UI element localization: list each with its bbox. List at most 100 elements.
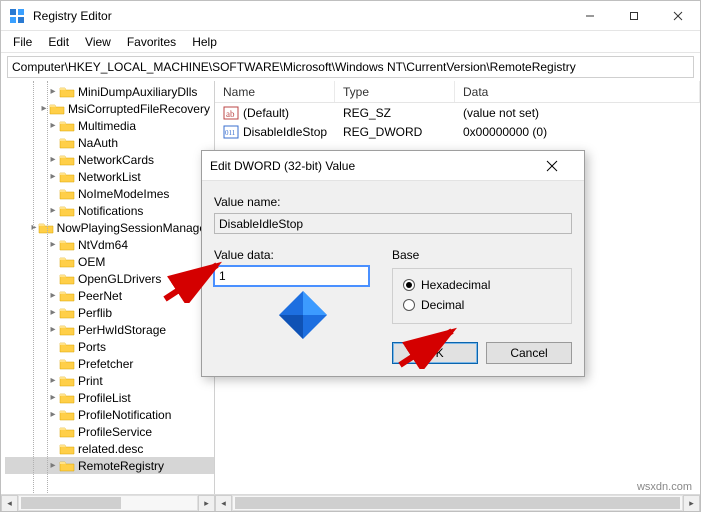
registry-editor-window: Registry Editor FileEditViewFavoritesHel… bbox=[0, 0, 701, 512]
tree-item[interactable]: ▸NetworkCards bbox=[5, 151, 214, 168]
tree-item[interactable]: related.desc bbox=[5, 440, 214, 457]
radio-hexadecimal[interactable]: Hexadecimal bbox=[403, 275, 561, 295]
expand-icon[interactable]: ▸ bbox=[47, 288, 59, 304]
tree-item[interactable]: NaAuth bbox=[5, 134, 214, 151]
tree-item[interactable]: ▸ Multimedia bbox=[5, 117, 214, 134]
tree-item[interactable]: ▸ MiniDumpAuxiliaryDlls bbox=[5, 83, 214, 100]
tree-item[interactable]: NoImeModeImes bbox=[5, 185, 214, 202]
expand-icon[interactable]: ▸ bbox=[47, 390, 59, 406]
scroll-thumb[interactable] bbox=[235, 497, 680, 509]
scroll-thumb[interactable] bbox=[21, 497, 121, 509]
folder-icon bbox=[49, 101, 65, 117]
expand-icon[interactable]: ▸ bbox=[47, 373, 59, 389]
expand-icon[interactable]: ▸ bbox=[47, 84, 59, 100]
regedit-icon bbox=[9, 8, 25, 24]
value-name: DisableIdleStop bbox=[243, 125, 327, 139]
tree-item[interactable]: OpenGLDrivers bbox=[5, 270, 214, 287]
scroll-left-button[interactable]: ◂ bbox=[215, 495, 232, 512]
folder-icon bbox=[59, 407, 75, 423]
folder-icon bbox=[59, 254, 75, 270]
radio-icon bbox=[403, 279, 415, 291]
tree-item[interactable]: ▸ProfileNotification bbox=[5, 406, 214, 423]
tree-item[interactable]: ProfileService bbox=[5, 423, 214, 440]
string-icon: ab bbox=[223, 105, 239, 121]
folder-icon bbox=[59, 390, 75, 406]
scroll-right-button[interactable]: ▸ bbox=[198, 495, 215, 512]
tree-pane[interactable]: ▸MiniDumpAuxiliaryDlls▸MsiCorruptedFileR… bbox=[1, 81, 215, 495]
expand-icon[interactable]: ▸ bbox=[47, 322, 59, 338]
edit-dword-dialog: Edit DWORD (32-bit) Value Value name: Va… bbox=[201, 150, 585, 377]
folder-icon bbox=[59, 305, 75, 321]
col-header-name[interactable]: Name bbox=[215, 81, 335, 102]
folder-icon bbox=[59, 118, 75, 134]
tree-item[interactable]: ▸NowPlayingSessionManager bbox=[5, 219, 214, 236]
tree-item-label: MsiCorruptedFileRecovery bbox=[68, 101, 210, 117]
address-bar[interactable]: Computer\HKEY_LOCAL_MACHINE\SOFTWARE\Mic… bbox=[7, 56, 694, 78]
expand-icon[interactable]: ▸ bbox=[47, 118, 59, 134]
value-data: 0x00000000 (0) bbox=[455, 125, 700, 139]
tree-item[interactable]: OEM bbox=[5, 253, 214, 270]
list-row[interactable]: ab(Default)REG_SZ(value not set) bbox=[215, 103, 700, 122]
tree-item-label: Prefetcher bbox=[78, 356, 133, 372]
cancel-button[interactable]: Cancel bbox=[486, 342, 572, 364]
dialog-close-button[interactable] bbox=[546, 160, 576, 172]
tree-item[interactable]: ▸ PeerNet bbox=[5, 287, 214, 304]
folder-icon bbox=[59, 135, 75, 151]
tree-item[interactable]: Ports bbox=[5, 338, 214, 355]
horizontal-scrollbar[interactable]: ◂ ▸ ◂ ▸ bbox=[1, 494, 700, 511]
minimize-button[interactable] bbox=[568, 1, 612, 30]
radio-decimal[interactable]: Decimal bbox=[403, 295, 561, 315]
value-data-field[interactable] bbox=[214, 266, 369, 286]
tree-item-label: ProfileList bbox=[78, 390, 131, 406]
scroll-right-button[interactable]: ▸ bbox=[683, 495, 700, 512]
tree-item-label: Notifications bbox=[78, 203, 143, 219]
tree-item-label: NtVdm64 bbox=[78, 237, 128, 253]
expand-icon[interactable]: ▸ bbox=[47, 458, 59, 474]
list-row[interactable]: 011DisableIdleStopREG_DWORD0x00000000 (0… bbox=[215, 122, 700, 141]
tree-item[interactable]: ▸ Perflib bbox=[5, 304, 214, 321]
tree-item[interactable]: ▸ Notifications bbox=[5, 202, 214, 219]
expand-icon[interactable]: ▸ bbox=[47, 305, 59, 321]
svg-text:ab: ab bbox=[226, 109, 235, 119]
scroll-track[interactable] bbox=[18, 495, 198, 511]
tree-item-label: Multimedia bbox=[78, 118, 136, 134]
expand-icon[interactable]: ▸ bbox=[47, 169, 59, 185]
tree-item-label: Perflib bbox=[78, 305, 112, 321]
expand-icon[interactable]: ▸ bbox=[47, 407, 59, 423]
menu-edit[interactable]: Edit bbox=[40, 33, 77, 51]
col-header-type[interactable]: Type bbox=[335, 81, 455, 102]
close-button[interactable] bbox=[656, 1, 700, 30]
tree-item[interactable]: ▸Print bbox=[5, 372, 214, 389]
tree-item[interactable]: ▸NetworkList bbox=[5, 168, 214, 185]
ok-button[interactable]: OK bbox=[392, 342, 478, 364]
logo-icon bbox=[277, 289, 329, 341]
dword-icon: 011 bbox=[223, 124, 239, 140]
maximize-button[interactable] bbox=[612, 1, 656, 30]
expand-icon[interactable]: ▸ bbox=[47, 237, 59, 253]
folder-icon bbox=[59, 339, 75, 355]
tree-item[interactable]: ▸ ProfileList bbox=[5, 389, 214, 406]
value-name-field[interactable] bbox=[214, 213, 572, 234]
tree-item-label: OEM bbox=[78, 254, 105, 270]
value-name-label: Value name: bbox=[214, 195, 572, 209]
col-header-data[interactable]: Data bbox=[455, 81, 700, 102]
menu-file[interactable]: File bbox=[5, 33, 40, 51]
tree-item[interactable]: ▸MsiCorruptedFileRecovery bbox=[5, 100, 214, 117]
menu-help[interactable]: Help bbox=[184, 33, 225, 51]
expand-icon[interactable]: ▸ bbox=[47, 203, 59, 219]
radio-label: Hexadecimal bbox=[421, 278, 490, 292]
tree-item[interactable]: ▸RemoteRegistry bbox=[5, 457, 214, 474]
tree-item-label: PeerNet bbox=[78, 288, 122, 304]
menu-view[interactable]: View bbox=[77, 33, 119, 51]
tree-item[interactable]: ▸PerHwIdStorage bbox=[5, 321, 214, 338]
scroll-left-button[interactable]: ◂ bbox=[1, 495, 18, 512]
menu-favorites[interactable]: Favorites bbox=[119, 33, 184, 51]
list-header: Name Type Data bbox=[215, 81, 700, 103]
tree-item[interactable]: ▸ NtVdm64 bbox=[5, 236, 214, 253]
tree-item-label: NoImeModeImes bbox=[78, 186, 169, 202]
tree-item-label: MiniDumpAuxiliaryDlls bbox=[78, 84, 197, 100]
expand-icon[interactable]: ▸ bbox=[47, 152, 59, 168]
tree-item[interactable]: Prefetcher bbox=[5, 355, 214, 372]
scroll-track[interactable] bbox=[232, 495, 683, 511]
radio-icon bbox=[403, 299, 415, 311]
